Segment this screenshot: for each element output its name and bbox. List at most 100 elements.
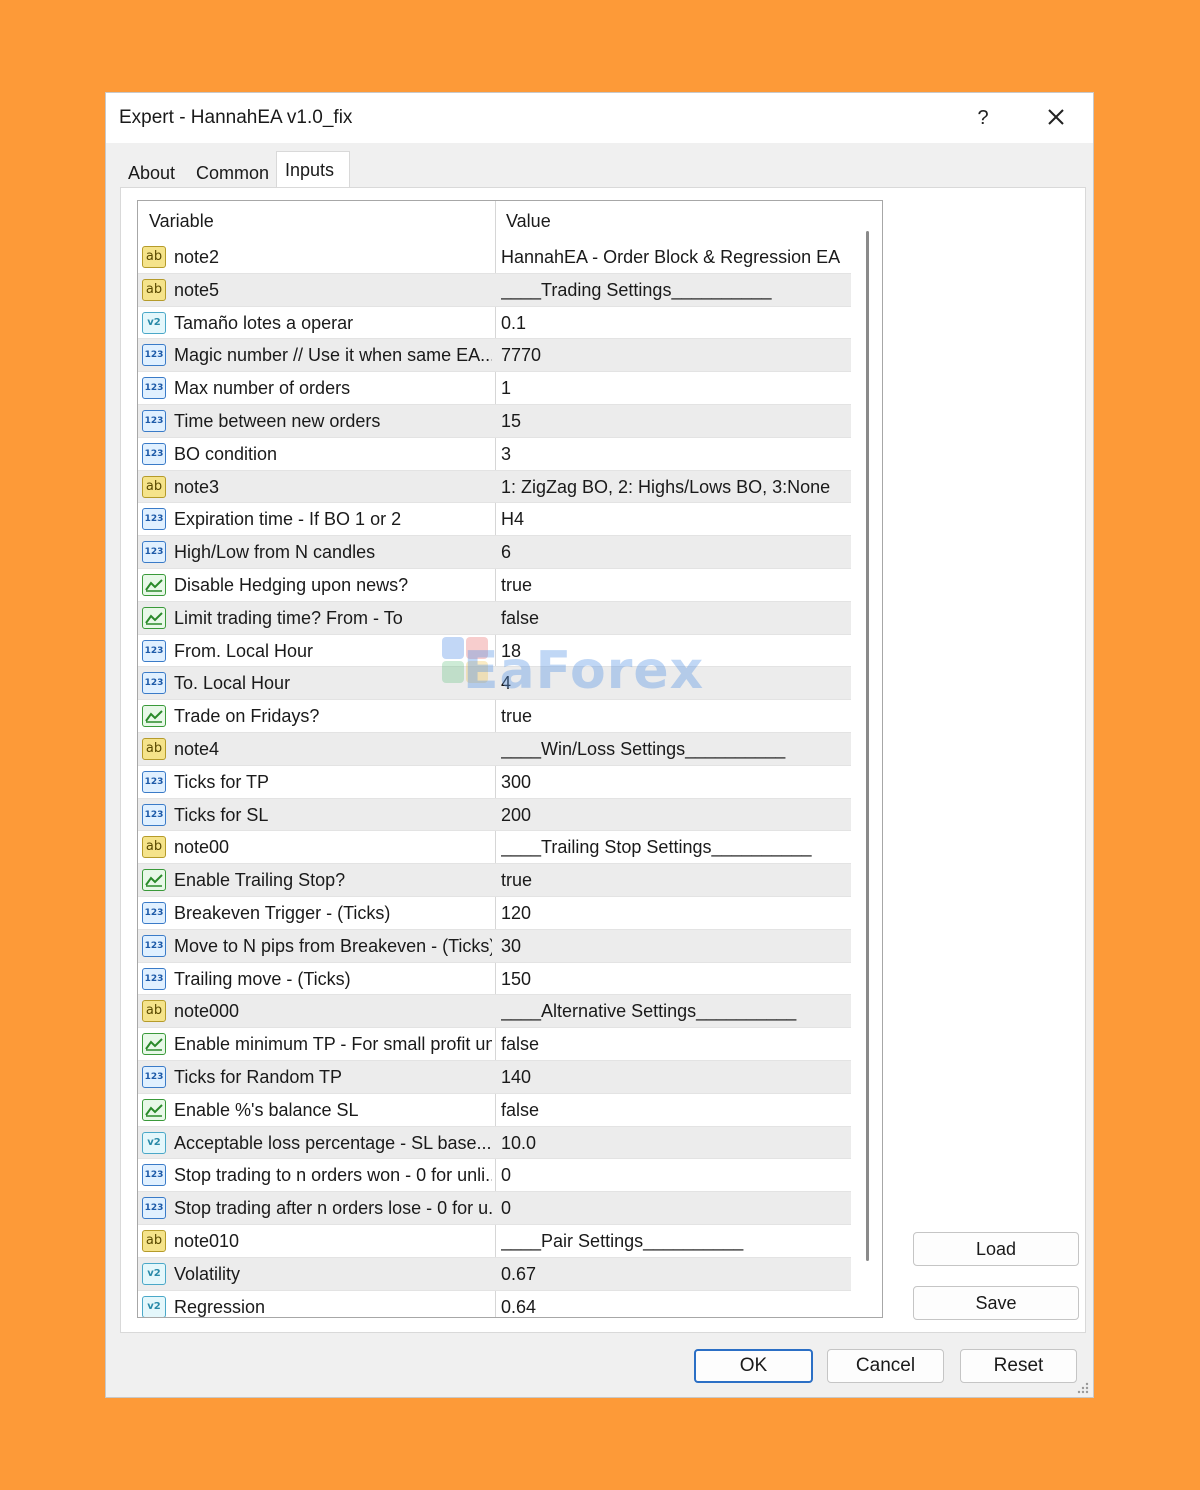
input-row[interactable]: v2 Acceptable loss percentage - SL base..… bbox=[138, 1126, 851, 1160]
input-row[interactable]: 123 Ticks for SL 200 bbox=[138, 798, 851, 832]
help-button[interactable]: ? bbox=[968, 103, 998, 133]
variable-value[interactable]: 140 bbox=[501, 1067, 846, 1088]
tab-inputs[interactable]: Inputs bbox=[276, 151, 350, 189]
variable-value[interactable]: 0.1 bbox=[501, 313, 846, 334]
variable-value[interactable]: 30 bbox=[501, 936, 846, 957]
variable-name: note4 bbox=[174, 738, 220, 759]
variable-value[interactable]: 200 bbox=[501, 805, 846, 826]
input-row[interactable]: 123 Magic number // Use it when same EA..… bbox=[138, 339, 851, 373]
variable-value[interactable]: H4 bbox=[501, 509, 846, 530]
variable-value[interactable]: 0.67 bbox=[501, 1264, 846, 1285]
input-row[interactable]: 123 BO condition 3 bbox=[138, 438, 851, 471]
bool-type-icon bbox=[142, 705, 166, 728]
variable-value[interactable]: 6 bbox=[501, 542, 846, 563]
save-button[interactable]: Save bbox=[913, 1286, 1079, 1320]
input-row[interactable]: v2 Volatility 0.67 bbox=[138, 1257, 851, 1291]
resize-grip-icon[interactable] bbox=[1076, 1381, 1090, 1395]
variable-value[interactable]: ____Pair Settings__________ bbox=[501, 1231, 846, 1252]
variable-value[interactable]: ____Trading Settings__________ bbox=[501, 280, 846, 301]
input-row[interactable]: v2 Tamaño lotes a operar 0.1 bbox=[138, 307, 851, 340]
variable-value[interactable]: 1: ZigZag BO, 2: Highs/Lows BO, 3:None bbox=[501, 477, 846, 498]
input-row[interactable]: ab note010 ____Pair Settings__________ bbox=[138, 1225, 851, 1258]
variable-name: note3 bbox=[174, 476, 220, 497]
input-row[interactable]: 123 Breakeven Trigger - (Ticks) 120 bbox=[138, 897, 851, 930]
input-row[interactable]: 123 Stop trading after n orders lose - 0 … bbox=[138, 1192, 851, 1225]
vertical-scrollbar[interactable] bbox=[851, 201, 882, 1317]
input-row[interactable]: ab note000 ____Alternative Settings_______… bbox=[138, 995, 851, 1029]
column-header-variable[interactable]: Variable bbox=[149, 211, 214, 232]
input-row[interactable]: Disable Hedging upon news? true bbox=[138, 569, 851, 602]
cancel-button[interactable]: Cancel bbox=[827, 1349, 944, 1383]
double-type-icon: v2 bbox=[142, 1131, 166, 1154]
input-row[interactable]: Trade on Fridays? true bbox=[138, 700, 851, 733]
integer-type-icon: 123 bbox=[142, 409, 166, 432]
variable-value[interactable]: false bbox=[501, 1100, 846, 1121]
variable-value[interactable]: 3 bbox=[501, 444, 846, 465]
bool-type-icon bbox=[142, 1098, 166, 1121]
scrollbar-thumb[interactable] bbox=[866, 231, 869, 1261]
variable-value[interactable]: false bbox=[501, 608, 846, 629]
input-row[interactable]: 123 Trailing move - (Ticks) 150 bbox=[138, 963, 851, 996]
variable-value[interactable]: 0.64 bbox=[501, 1297, 846, 1318]
input-row[interactable]: 123 Ticks for TP 300 bbox=[138, 766, 851, 799]
close-button[interactable] bbox=[1040, 101, 1072, 133]
column-header-value[interactable]: Value bbox=[506, 211, 551, 232]
ok-button[interactable]: OK bbox=[694, 1349, 813, 1383]
variable-value[interactable]: 10.0 bbox=[501, 1133, 846, 1154]
tab-common[interactable]: Common bbox=[188, 157, 277, 187]
string-type-icon: ab bbox=[142, 836, 166, 859]
variable-value[interactable]: ____Trailing Stop Settings__________ bbox=[501, 837, 846, 858]
variable-name: Regression bbox=[174, 1296, 266, 1317]
tab-about[interactable]: About bbox=[120, 157, 183, 187]
variable-name: Limit trading time? From - To bbox=[174, 607, 403, 628]
variable-name: Volatility bbox=[174, 1263, 241, 1284]
input-row[interactable]: Enable Trailing Stop? true bbox=[138, 864, 851, 897]
window-title: Expert - HannahEA v1.0_fix bbox=[119, 107, 353, 128]
variable-value[interactable]: 120 bbox=[501, 903, 846, 924]
grid-rows: ab note2 HannahEA - Order Block & Regressi… bbox=[138, 241, 851, 1318]
variable-value[interactable]: ____Alternative Settings__________ bbox=[501, 1001, 846, 1022]
variable-value[interactable]: 300 bbox=[501, 772, 846, 793]
load-button[interactable]: Load bbox=[913, 1232, 1079, 1266]
variable-value[interactable]: true bbox=[501, 706, 846, 727]
variable-value[interactable]: true bbox=[501, 575, 846, 596]
integer-type-icon: 123 bbox=[142, 377, 166, 400]
input-row[interactable]: 123 Stop trading to n orders won - 0 for … bbox=[138, 1159, 851, 1193]
input-row[interactable]: ab note2 HannahEA - Order Block & Regressi… bbox=[138, 241, 851, 274]
variable-value[interactable]: 7770 bbox=[501, 345, 846, 366]
variable-name: Trade on Fridays? bbox=[174, 706, 320, 727]
variable-value[interactable]: 15 bbox=[501, 411, 846, 432]
input-row[interactable]: ab note4 ____Win/Loss Settings__________ bbox=[138, 732, 851, 766]
input-row[interactable]: 123 Ticks for Random TP 140 bbox=[138, 1060, 851, 1094]
input-row[interactable]: ab note3 1: ZigZag BO, 2: Highs/Lows BO, 3… bbox=[138, 470, 851, 504]
input-row[interactable]: Enable %'s balance SL false bbox=[138, 1094, 851, 1127]
variable-value[interactable]: 1 bbox=[501, 378, 846, 399]
input-row[interactable]: ab note00 ____Trailing Stop Settings______… bbox=[138, 831, 851, 865]
title-bar[interactable]: Expert - HannahEA v1.0_fix ? bbox=[106, 93, 1093, 143]
string-type-icon: ab bbox=[142, 1000, 166, 1023]
variable-value[interactable]: true bbox=[501, 870, 846, 891]
variable-value[interactable]: 0 bbox=[501, 1198, 846, 1219]
variable-value[interactable]: 0 bbox=[501, 1165, 846, 1186]
input-row[interactable]: 123 Move to N pips from Breakeven - (Tick… bbox=[138, 929, 851, 963]
input-row[interactable]: 123 High/Low from N candles 6 bbox=[138, 536, 851, 569]
input-row[interactable]: 123 Expiration time - If BO 1 or 2 H4 bbox=[138, 503, 851, 537]
variable-name: Time between new orders bbox=[174, 410, 381, 431]
reset-button[interactable]: Reset bbox=[960, 1349, 1077, 1383]
variable-name: Acceptable loss percentage - SL base... bbox=[174, 1132, 492, 1153]
input-row[interactable]: ab note5 ____Trading Settings__________ bbox=[138, 273, 851, 307]
inputs-grid: Variable Value ab note2 HannahEA - Order B… bbox=[137, 200, 883, 1318]
input-row[interactable]: Enable minimum TP - For small profit un.… bbox=[138, 1028, 851, 1061]
integer-type-icon: 123 bbox=[142, 1197, 166, 1220]
variable-name: Ticks for SL bbox=[174, 804, 269, 825]
variable-value[interactable]: HannahEA - Order Block & Regression EA bbox=[501, 247, 846, 268]
variable-value[interactable]: ____Win/Loss Settings__________ bbox=[501, 739, 846, 760]
integer-type-icon: 123 bbox=[142, 770, 166, 793]
input-row[interactable]: 123 Time between new orders 15 bbox=[138, 404, 851, 438]
integer-type-icon: 123 bbox=[142, 672, 166, 695]
input-row[interactable]: 123 Max number of orders 1 bbox=[138, 372, 851, 405]
variable-name: note5 bbox=[174, 279, 220, 300]
variable-value[interactable]: false bbox=[501, 1034, 846, 1055]
input-row[interactable]: v2 Regression 0.64 bbox=[138, 1291, 851, 1318]
variable-value[interactable]: 150 bbox=[501, 969, 846, 990]
